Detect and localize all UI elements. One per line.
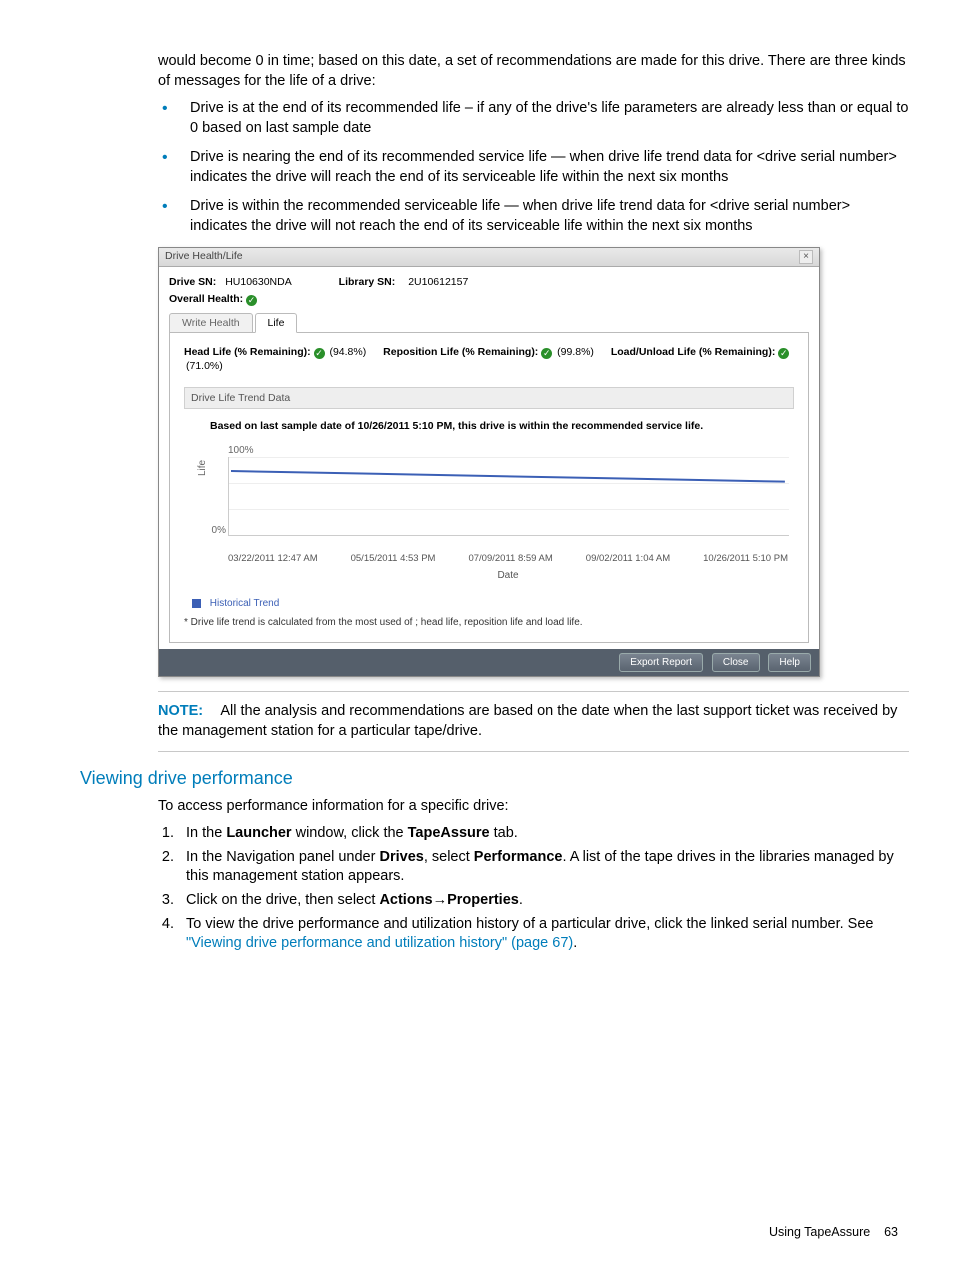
library-sn-value: 2U10612157	[408, 275, 468, 289]
head-life-value: (94.8%)	[329, 345, 366, 359]
head-life-label: Head Life (% Remaining):	[184, 345, 311, 359]
legend-label: Historical Trend	[210, 598, 279, 609]
x-tick: 09/02/2011 1:04 AM	[586, 553, 670, 566]
drive-sn-label: Drive SN:	[169, 275, 216, 289]
dialog-titlebar: Drive Health/Life ×	[159, 248, 819, 267]
library-sn-label: Library SN:	[339, 275, 396, 289]
life-tab-panel: Head Life (% Remaining): ✓ (94.8%) Repos…	[169, 332, 809, 643]
x-tick: 07/09/2011 8:59 AM	[468, 553, 552, 566]
step-3: Click on the drive, then select Actions→…	[178, 891, 909, 911]
tab-write-health[interactable]: Write Health	[169, 313, 253, 333]
check-icon: ✓	[541, 348, 552, 359]
load-life-label: Load/Unload Life (% Remaining):	[611, 345, 776, 359]
export-report-button[interactable]: Export Report	[619, 653, 703, 673]
intro-bullet-1: Drive is at the end of its recommended l…	[158, 99, 909, 138]
overall-health-label: Overall Health:	[169, 293, 243, 305]
dialog-footer: Export Report Close Help	[159, 649, 819, 677]
intro-bullet-2: Drive is nearing the end of its recommen…	[158, 148, 909, 187]
intro-paragraph: would become 0 in time; based on this da…	[158, 52, 909, 91]
y-tick-bottom: 0%	[208, 524, 226, 538]
x-tick: 05/15/2011 4:53 PM	[351, 553, 436, 566]
x-tick: 10/26/2011 5:10 PM	[703, 553, 788, 566]
cross-ref-link[interactable]: "Viewing drive performance and utilizati…	[186, 935, 573, 951]
dialog-title: Drive Health/Life	[165, 249, 243, 263]
y-axis-label: Life	[196, 459, 210, 475]
reposition-life-value: (99.8%)	[557, 345, 594, 359]
tab-life[interactable]: Life	[255, 313, 298, 333]
trend-line	[231, 470, 785, 483]
page-footer: Using TapeAssure 63	[769, 1224, 898, 1241]
check-icon: ✓	[778, 348, 789, 359]
intro-bullet-3: Drive is within the recommended servicea…	[158, 197, 909, 236]
step-2: In the Navigation panel under Drives, se…	[178, 848, 909, 887]
footer-page-number: 63	[884, 1225, 898, 1239]
x-tick: 03/22/2011 12:47 AM	[228, 553, 318, 566]
steps-list: In the Launcher window, click the TapeAs…	[158, 824, 909, 953]
legend-swatch-icon	[192, 599, 201, 608]
reposition-life-label: Reposition Life (% Remaining):	[383, 345, 538, 359]
close-icon[interactable]: ×	[799, 250, 813, 264]
step-1: In the Launcher window, click the TapeAs…	[178, 824, 909, 844]
y-tick-top: 100%	[228, 444, 794, 458]
trend-message: Based on last sample date of 10/26/2011 …	[210, 419, 794, 433]
load-life-value: (71.0%)	[186, 359, 223, 373]
trend-panel-heading: Drive Life Trend Data	[184, 387, 794, 409]
intro-bullet-list: Drive is at the end of its recommended l…	[158, 99, 909, 236]
section-heading: Viewing drive performance	[80, 766, 909, 790]
note-text: All the analysis and recommendations are…	[158, 703, 897, 739]
help-button[interactable]: Help	[768, 653, 811, 673]
close-button[interactable]: Close	[712, 653, 760, 673]
trend-chart: Life 100% 0% 03/22/2011 12:47 AM 05/15/2…	[210, 444, 794, 583]
drive-sn-value: HU10630NDA	[225, 275, 292, 289]
drive-health-dialog: Drive Health/Life × Drive SN: HU10630NDA…	[158, 247, 820, 678]
step-4: To view the drive performance and utiliz…	[178, 915, 909, 954]
footer-label: Using TapeAssure	[769, 1225, 870, 1239]
chart-legend: Historical Trend	[192, 597, 794, 611]
note-block: NOTE: All the analysis and recommendatio…	[158, 691, 909, 752]
tab-bar: Write Health Life	[169, 312, 809, 332]
check-icon: ✓	[314, 348, 325, 359]
plot-area	[228, 457, 789, 536]
section-lead: To access performance information for a …	[158, 797, 909, 817]
x-axis-label: Date	[228, 569, 788, 583]
note-label: NOTE:	[158, 703, 203, 719]
check-icon: ✓	[246, 295, 257, 306]
chart-footnote: * Drive life trend is calculated from th…	[184, 616, 794, 630]
